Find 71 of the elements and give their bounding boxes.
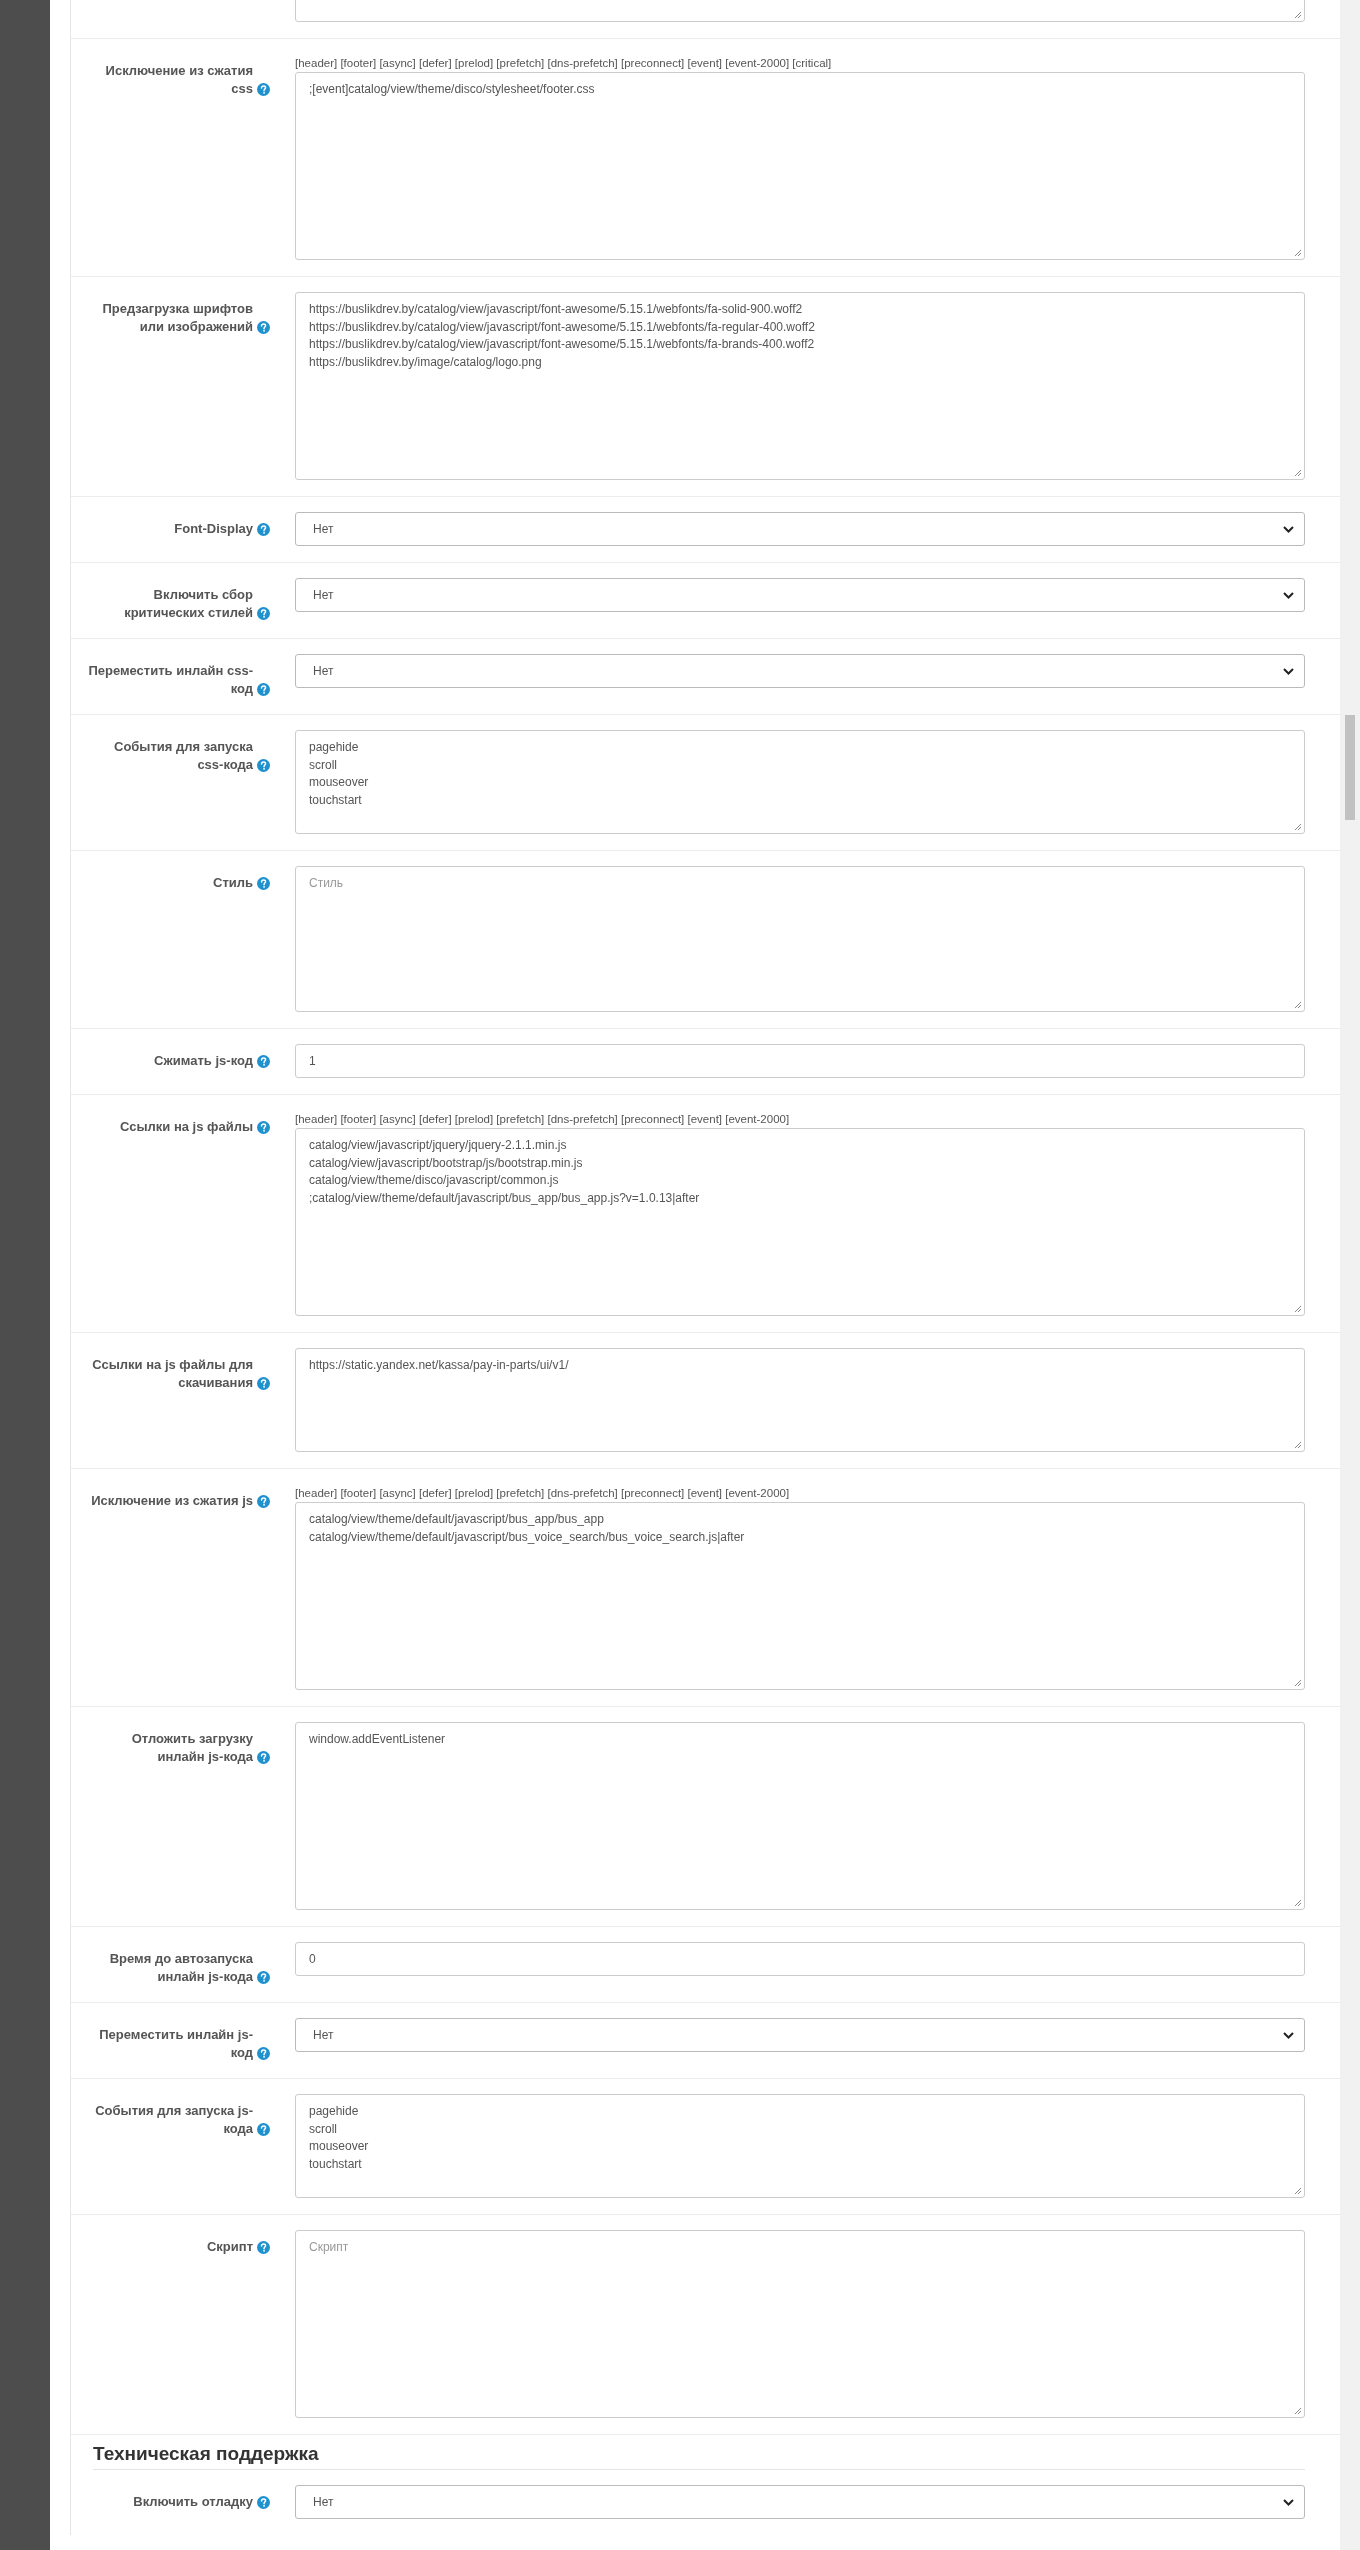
resize-grip-icon bbox=[1294, 1679, 1302, 1687]
textarea-field[interactable]: https://buslikdrev.by/catalog/view/javascript/font-awesome/5.15.1/webfonts/fa-solid-900.woff2 https://buslikdrev.by/catalog/view/javascript/font-awesome/5.15.1/webfonts/fa-regular-400.woff2 https://buslikdrev.by/catalog/view/javascript/font-awesome/5.15.1/webfonts/fa-brands-400.woff2 https://buslikdrev.by/image/catalog/logo.png bbox=[295, 292, 1305, 480]
resize-grip-icon bbox=[1294, 249, 1302, 257]
field-label: Ссылки на js файлы для скачивания bbox=[91, 1356, 253, 1392]
help-icon[interactable] bbox=[257, 2241, 270, 2254]
chevron-down-icon bbox=[1283, 525, 1294, 533]
field-label: Скрипт bbox=[206, 2238, 253, 2256]
chevron-down-icon bbox=[1283, 2031, 1294, 2039]
field-label: Сжимать js-код bbox=[154, 1052, 253, 1070]
textarea-field[interactable]: pagehide scroll mouseover touchstart bbox=[295, 2094, 1305, 2198]
resize-grip-icon bbox=[1294, 469, 1302, 477]
help-icon[interactable] bbox=[257, 607, 270, 620]
help-icon[interactable] bbox=[257, 2496, 270, 2509]
field-label: Включить отладку bbox=[133, 2493, 253, 2511]
resize-grip-icon bbox=[1294, 1899, 1302, 1907]
field-label: Переместить инлайн js-код bbox=[98, 2026, 253, 2062]
help-icon[interactable] bbox=[257, 877, 270, 890]
resize-grip-icon bbox=[1294, 1305, 1302, 1313]
textarea-field[interactable]: ;[event]catalog/view/theme/disco/stylesheet/footer.css bbox=[295, 72, 1305, 260]
input-field[interactable]: 0 bbox=[295, 1942, 1305, 1976]
chevron-down-icon bbox=[1283, 591, 1294, 599]
field-label: События для запуска css-кода bbox=[113, 738, 253, 774]
field-label: Стиль bbox=[213, 874, 253, 892]
help-icon[interactable] bbox=[257, 1055, 270, 1068]
resize-grip-icon bbox=[1294, 1001, 1302, 1009]
help-icon[interactable] bbox=[257, 523, 270, 536]
textarea-field[interactable]: pagehide scroll mouseover touchstart bbox=[295, 730, 1305, 834]
hint-text: [header] [footer] [async] [defer] [prelod] [prefetch] [dns-prefetch] [preconnect] [event] [event-2000] bbox=[295, 1112, 791, 1126]
field-label: Переместить инлайн css-код bbox=[87, 662, 253, 698]
textarea-field[interactable]: window.addEventListener bbox=[295, 1722, 1305, 1910]
resize-grip-icon bbox=[1294, 823, 1302, 831]
resize-grip-icon bbox=[1294, 2407, 1302, 2415]
field-label: Исключение из сжатия css bbox=[104, 62, 253, 98]
help-icon[interactable] bbox=[257, 1495, 270, 1508]
textarea-field[interactable]: catalog/view/javascript/jquery/jquery-2.1.1.min.js catalog/view/javascript/bootstrap/js/bootstrap.min.js catalog/view/theme/disco/javascript/common.js ;catalog/view/theme/default/javascript/bus_app/bus_app.js?v=1.0.13|after bbox=[295, 1128, 1305, 1316]
chevron-down-icon bbox=[1283, 2498, 1294, 2506]
field-label: Font-Display bbox=[174, 520, 253, 538]
field-label: Предзагрузка шрифтов или изображений bbox=[101, 300, 253, 336]
field-label: События для запуска js-кода bbox=[94, 2102, 253, 2138]
select-field[interactable]: Нет bbox=[295, 654, 1305, 688]
help-icon[interactable] bbox=[257, 321, 270, 334]
help-icon[interactable] bbox=[257, 1377, 270, 1390]
help-icon[interactable] bbox=[257, 759, 270, 772]
select-field[interactable]: Нет bbox=[295, 578, 1305, 612]
help-icon[interactable] bbox=[257, 2123, 270, 2136]
scrollbar[interactable] bbox=[1340, 0, 1360, 2550]
chevron-down-icon bbox=[1283, 667, 1294, 675]
hint-text: [header] [footer] [async] [defer] [prelod] [prefetch] [dns-prefetch] [preconnect] [event] [event-2000] [critical] bbox=[295, 56, 833, 70]
textarea-field[interactable]: https://static.yandex.net/kassa/pay-in-parts/ui/v1/ bbox=[295, 1348, 1305, 1452]
field-label: Включить сбор критических стилей bbox=[123, 586, 253, 622]
resize-grip-icon bbox=[1294, 11, 1302, 19]
select-field[interactable]: Нет bbox=[295, 512, 1305, 546]
help-icon[interactable] bbox=[257, 1121, 270, 1134]
resize-grip-icon bbox=[1294, 2187, 1302, 2195]
section-heading: Техническая поддержка bbox=[93, 2443, 1305, 2470]
resize-grip-icon bbox=[1294, 1441, 1302, 1449]
help-icon[interactable] bbox=[257, 683, 270, 696]
input-field[interactable]: 1 bbox=[295, 1044, 1305, 1078]
hint-text: [header] [footer] [async] [defer] [prelod] [prefetch] [dns-prefetch] [preconnect] [event] [event-2000] bbox=[295, 1486, 791, 1500]
field-label: Ссылки на js файлы bbox=[119, 1118, 253, 1136]
select-field[interactable]: Нет bbox=[295, 2485, 1305, 2519]
help-icon[interactable] bbox=[257, 1751, 270, 1764]
select-field[interactable]: Нет bbox=[295, 2018, 1305, 2052]
help-icon[interactable] bbox=[257, 1971, 270, 1984]
field-label: Исключение из сжатия js bbox=[91, 1492, 253, 1510]
field-label: Время до автозапуска инлайн js-кода bbox=[108, 1950, 253, 1986]
field-label: Отложить загрузку инлайн js-кода bbox=[130, 1730, 253, 1766]
textarea-field[interactable]: catalog/view/theme/default/javascript/bus_app/bus_app catalog/view/theme/default/javascript/bus_voice_search/bus_voice_search.js|after bbox=[295, 1502, 1305, 1690]
scrollbar-thumb[interactable] bbox=[1345, 715, 1355, 820]
help-icon[interactable] bbox=[257, 2047, 270, 2060]
help-icon[interactable] bbox=[257, 83, 270, 96]
